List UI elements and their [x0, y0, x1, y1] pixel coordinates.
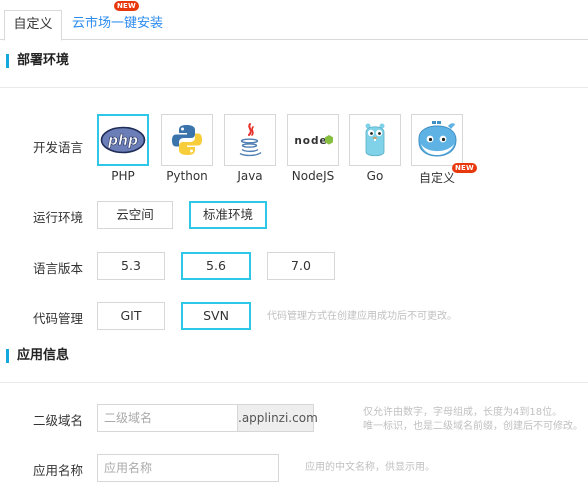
- version-option-5-6[interactable]: 5.6: [181, 252, 251, 280]
- php-logo-icon: php: [100, 126, 146, 154]
- language-name: NodeJS: [291, 169, 335, 183]
- section-title-deploy: 部署环境: [6, 53, 69, 69]
- language-option-custom[interactable]: 自定义 NEW: [411, 114, 477, 186]
- language-option-python[interactable]: Python: [161, 114, 213, 183]
- language-option-php[interactable]: php PHP: [97, 114, 149, 183]
- runtime-option-standard[interactable]: 标准环境: [189, 201, 267, 229]
- python-logo-icon: [172, 125, 202, 155]
- domain-hint-line2: 唯一标识，也是二级域名前缀，创建后不可修改。: [363, 421, 583, 432]
- domain-label: 二级域名: [33, 413, 84, 428]
- java-logo-icon: [239, 123, 262, 157]
- section-divider: [0, 382, 588, 383]
- domain-hint-line1: 仅允许由数字，字母组成，长度为4到18位。: [363, 407, 563, 418]
- version-label: 语言版本: [33, 261, 84, 276]
- tab-cloud-market[interactable]: 云市场一键安装 NEW: [72, 1, 164, 41]
- language-option-java[interactable]: Java: [224, 114, 276, 183]
- language-name: PHP: [111, 169, 135, 183]
- version-option-5-3[interactable]: 5.3: [97, 252, 165, 280]
- tab-cloud-market-label: 云市场一键安装: [72, 16, 164, 31]
- tab-custom-label: 自定义: [13, 17, 53, 32]
- runtime-option-cloud-space[interactable]: 云空间: [97, 201, 173, 229]
- domain-suffix: .applinzi.com: [238, 404, 318, 432]
- section-divider: [0, 87, 588, 88]
- app-name-hint: 应用的中文名称，供显示用。: [305, 462, 435, 473]
- tab-bar: 自定义 云市场一键安装 NEW: [0, 0, 588, 41]
- nodejs-logo-icon: node: [294, 135, 333, 147]
- vcs-option-git[interactable]: GIT: [97, 302, 165, 330]
- version-option-7-0[interactable]: 7.0: [267, 252, 335, 280]
- language-option-nodejs[interactable]: node NodeJS: [287, 114, 339, 183]
- svg-text:php: php: [107, 133, 138, 149]
- vcs-option-svn[interactable]: SVN: [181, 302, 251, 330]
- domain-input[interactable]: [97, 404, 238, 432]
- language-name: Go: [366, 169, 384, 183]
- language-label: 开发语言: [33, 140, 84, 155]
- vcs-hint: 代码管理方式在创建应用成功后不可更改。: [267, 311, 457, 322]
- language-name: Python: [166, 169, 208, 183]
- app-name-label: 应用名称: [33, 463, 84, 478]
- new-badge: NEW: [114, 1, 139, 11]
- go-gopher-icon: [365, 123, 385, 157]
- tab-custom[interactable]: 自定义: [4, 10, 62, 41]
- language-name: Java: [237, 169, 263, 183]
- language-option-go[interactable]: Go: [349, 114, 401, 183]
- docker-whale-icon: [418, 121, 457, 157]
- app-name-input[interactable]: [97, 454, 279, 482]
- section-title-app-info: 应用信息: [6, 348, 69, 364]
- new-badge: NEW: [452, 163, 477, 173]
- vcs-label: 代码管理: [33, 311, 84, 326]
- svg-text:node: node: [294, 135, 327, 147]
- runtime-label: 运行环境: [33, 210, 84, 225]
